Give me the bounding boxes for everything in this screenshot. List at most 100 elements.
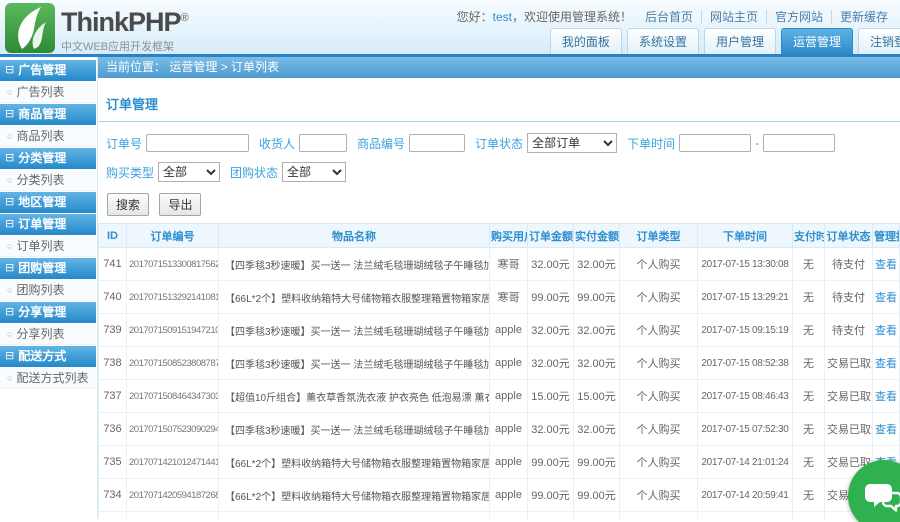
order-amount: 99.00元 xyxy=(527,280,574,314)
collapse-icon: ⊟ xyxy=(5,64,15,76)
sidebar-item[interactable]: ⊟ ○ 地区管理 xyxy=(0,192,96,213)
view-order-link[interactable]: 查看 xyxy=(875,325,897,337)
collapse-icon: ⊟ xyxy=(5,108,15,120)
main-tab[interactable]: 运营管理 xyxy=(780,28,853,54)
orders-table-header: 支付时间 xyxy=(792,223,825,248)
order-status-select[interactable]: 全部订单 xyxy=(527,133,618,153)
orders-table-header: 订单状态 xyxy=(824,223,873,248)
order-time-end-input[interactable] xyxy=(763,134,836,152)
sidebar-item-label: 地区管理 xyxy=(18,195,67,209)
sidebar-item[interactable]: ⊟ ○ 订单列表 xyxy=(0,236,96,257)
order-id: 734 xyxy=(98,478,127,512)
collapse-icon: ⊟ xyxy=(5,350,15,362)
sidebar-item[interactable]: ⊟ ○ 广告管理 xyxy=(0,60,96,81)
view-order-link[interactable]: 查看 xyxy=(875,424,897,436)
buyer-name: apple xyxy=(489,412,528,446)
view-order-link[interactable]: 查看 xyxy=(875,358,897,370)
sidebar-item[interactable]: ⊟ ○ 分类管理 xyxy=(0,148,96,169)
order-type: 个人购买 xyxy=(619,412,698,446)
order-type: 个人购买 xyxy=(619,478,698,512)
sidebar-item-label: 配送方式列表 xyxy=(16,370,89,385)
sidebar-item[interactable]: ⊟ ○ 商品管理 xyxy=(0,104,96,125)
sidebar-item[interactable]: ⊟ ○ 分享管理 xyxy=(0,302,96,323)
main-tab[interactable]: 系统设置 xyxy=(626,28,699,54)
topnav-link[interactable]: 官方网站 xyxy=(765,10,831,24)
order-amount: 32.00元 xyxy=(527,313,574,347)
thinkphp-leaf-icon xyxy=(5,3,55,53)
pay-time: 无 xyxy=(792,412,825,446)
product-name: 【超值10斤组合】薰衣草香氛洗衣液 护衣亮色 低泡易漂 薰衣甘蓝 【无荧光剂 纯… xyxy=(218,379,490,413)
paid-amount: 99.00元 xyxy=(573,445,620,479)
collapse-icon: ⊟ xyxy=(5,306,15,318)
order-row: 737 20170715084643473036 【超值10斤组合】薰衣草香氛洗… xyxy=(98,379,900,413)
sidebar-item[interactable]: ⊟ ○ 团购列表 xyxy=(0,280,96,301)
order-status: 交易已取消 xyxy=(824,346,873,380)
product-no-input[interactable] xyxy=(409,134,466,152)
buyer-name: apple xyxy=(489,379,528,413)
orders-table-header: 下单时间 xyxy=(697,223,793,248)
orders-table-header: 订单金额 xyxy=(527,223,574,248)
order-number: 20170715075230902943 xyxy=(126,412,219,446)
pay-time: 无 xyxy=(792,247,825,281)
order-no-input[interactable] xyxy=(146,134,250,152)
sidebar-item-label: 分类列表 xyxy=(16,172,65,187)
paid-amount: 32.00元 xyxy=(573,511,620,519)
main-tabs: 我的面板系统设置用户管理运营管理注销登录 xyxy=(545,28,900,54)
bullet-icon: ○ xyxy=(7,130,13,141)
order-status-label: 订单状态 xyxy=(475,136,524,151)
order-status: 待支付 xyxy=(824,247,873,281)
bullet-icon: ○ xyxy=(7,86,13,97)
sidebar-item[interactable]: ⊟ ○ 广告列表 xyxy=(0,82,96,103)
receiver-input[interactable] xyxy=(299,134,348,152)
group-status-label: 团购状态 xyxy=(230,165,279,180)
sidebar-item[interactable]: ⊟ ○ 分享列表 xyxy=(0,324,96,345)
sidebar-item-label: 商品管理 xyxy=(18,107,67,121)
filter-panel: 订单号 收货人 商品编号 订单状态 全部订单 下单时间 - 购买类型 全部 团购… xyxy=(98,122,900,182)
main-tab[interactable]: 用户管理 xyxy=(703,28,776,54)
view-order-link[interactable]: 查看 xyxy=(875,391,897,403)
pay-time: 无 xyxy=(792,445,825,479)
sidebar-item[interactable]: ⊟ ○ 商品列表 xyxy=(0,126,96,147)
group-status-select[interactable]: 全部 xyxy=(282,162,347,182)
order-type: 个人购买 xyxy=(619,511,698,519)
order-time: 2017-07-15 13:29:21 xyxy=(697,280,793,314)
page-title: 订单管理 xyxy=(106,97,159,112)
receiver-label: 收货人 xyxy=(259,136,296,151)
order-amount: 32.00元 xyxy=(527,511,574,519)
buyer-name: 寒哥 xyxy=(489,247,528,281)
order-time: 2017-07-15 07:52:30 xyxy=(697,412,793,446)
topnav-link[interactable]: 后台首页 xyxy=(637,10,701,24)
order-no-label: 订单号 xyxy=(106,136,143,151)
bullet-icon: ○ xyxy=(7,174,13,185)
product-name: 【四季毯3秒速暖】买一送一 法兰绒毛毯珊瑚绒毯子午睡毯加厚2.8斤毛毯尺寸可选可… xyxy=(218,313,490,347)
collapse-icon: ⊟ xyxy=(5,196,15,208)
order-type: 个人购买 xyxy=(619,379,698,413)
sidebar-item[interactable]: ⊟ ○ 配送方式 xyxy=(0,346,96,367)
topnav-link[interactable]: 更新缓存 xyxy=(830,10,896,24)
main-tab[interactable]: 注销登录 xyxy=(857,28,900,54)
buy-type-select[interactable]: 全部 xyxy=(158,162,221,182)
order-time-start-input[interactable] xyxy=(679,134,752,152)
export-button[interactable]: 导出 xyxy=(159,193,202,216)
sidebar-item[interactable]: ⊟ ○ 分类列表 xyxy=(0,170,96,191)
sidebar-item[interactable]: ⊟ ○ 配送方式列表 xyxy=(0,368,96,389)
sidebar-item-label: 商品列表 xyxy=(16,128,65,143)
sidebar-item-label: 广告列表 xyxy=(16,84,65,99)
main-tab[interactable]: 我的面板 xyxy=(549,28,622,54)
sidebar: ⊟ ○ 广告管理 ⊟ ○ 广告列表 ⊟ ○ 商品管理 ⊟ ○ 商品列表 xyxy=(0,57,97,519)
sidebar-item[interactable]: ⊟ ○ 团购管理 xyxy=(0,258,96,279)
buyer-name: apple xyxy=(489,478,528,512)
order-id: 738 xyxy=(98,346,127,380)
order-time: 2017-07-15 08:46:43 xyxy=(697,379,793,413)
orders-table-header: ID xyxy=(98,223,127,248)
order-status: 待支付 xyxy=(824,313,873,347)
orders-table-header: 管理操作 xyxy=(872,223,900,248)
collapse-icon: ⊟ xyxy=(5,218,15,230)
sidebar-item[interactable]: ⊟ ○ 订单管理 xyxy=(0,214,96,235)
view-order-link[interactable]: 查看 xyxy=(875,259,897,271)
view-order-link[interactable]: 查看 xyxy=(875,292,897,304)
orders-table-header: 订单类型 xyxy=(619,223,698,248)
order-number: 20170715091519472101 xyxy=(126,313,219,347)
topnav-link[interactable]: 网站主页 xyxy=(700,10,766,24)
search-button[interactable]: 搜索 xyxy=(107,193,150,216)
